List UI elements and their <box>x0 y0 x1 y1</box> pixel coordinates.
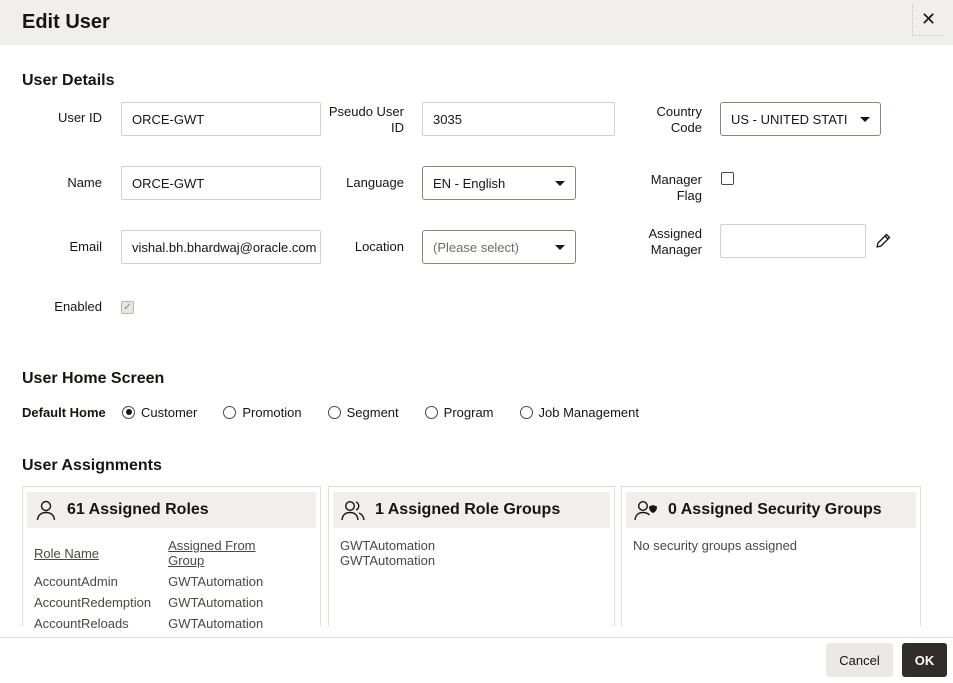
language-value: EN - English <box>433 175 506 191</box>
radio-dot <box>519 405 533 419</box>
email-field[interactable]: vishal.bh.bhardwaj@oracle.com <box>121 230 321 264</box>
default-home-label: Default Home <box>22 404 106 420</box>
assigned-security-groups-header: 0 Assigned Security Groups <box>626 492 916 528</box>
language-select[interactable]: EN - English <box>422 166 576 200</box>
chevron-down-icon <box>555 244 565 250</box>
roles-table: Role Name Assigned From Group AccountAdm… <box>34 538 312 637</box>
radio-promotion[interactable]: Promotion <box>223 405 302 420</box>
cancel-button[interactable]: Cancel <box>826 643 893 677</box>
country-code-value: US - UNITED STATI <box>731 111 848 127</box>
role-name-column-header[interactable]: Role Name <box>34 538 168 574</box>
user-shield-icon <box>634 500 657 521</box>
assigned-from-group-column-header[interactable]: Assigned From Group <box>168 538 312 574</box>
assigned-security-groups-card: 0 Assigned Security Groups No security g… <box>621 486 921 626</box>
manager-flag-checkbox[interactable] <box>721 172 734 185</box>
chevron-down-icon <box>555 180 565 186</box>
assigned-roles-title: 61 Assigned Roles <box>67 501 209 518</box>
ok-button[interactable]: OK <box>902 643 947 677</box>
assigned-manager-field[interactable] <box>720 224 866 258</box>
user-icon <box>36 500 56 521</box>
dialog-footer <box>0 637 953 683</box>
close-icon: ✕ <box>920 9 937 29</box>
user-id-label: User ID <box>57 110 102 125</box>
pseudo-user-id-field[interactable]: 3035 <box>422 102 615 136</box>
assigned-manager-label: Assigned Manager <box>648 226 702 257</box>
close-button[interactable]: ✕ <box>912 4 944 36</box>
manager-flag-label: Manager Flag <box>650 172 702 203</box>
assigned-role-groups-header: 1 Assigned Role Groups <box>333 492 610 528</box>
pseudo-user-id-label: Pseudo User ID <box>328 104 404 135</box>
name-label: Name <box>67 175 102 190</box>
country-code-label: Country Code <box>656 104 702 135</box>
empty-state-text: No security groups assigned <box>633 538 798 553</box>
edit-pencil-icon[interactable] <box>874 232 892 250</box>
enabled-checkbox: ✓ <box>121 301 134 314</box>
location-label: Location <box>354 239 404 254</box>
checkmark-icon: ✓ <box>123 301 132 313</box>
language-label: Language <box>346 175 404 190</box>
radio-dot <box>424 405 438 419</box>
users-group-icon <box>341 500 365 521</box>
country-code-select[interactable]: US - UNITED STATI <box>720 102 881 136</box>
dialog-header: Edit User ✕ <box>0 0 953 45</box>
default-home-radio-group: Default Home Customer Promotion Segment … <box>22 402 665 422</box>
assigned-roles-header: 61 Assigned Roles <box>27 492 316 528</box>
enabled-label: Enabled <box>54 299 102 314</box>
assignments-heading: User Assignments <box>22 457 162 474</box>
assigned-role-groups-card: 1 Assigned Role Groups GWTAutomation GWT… <box>328 486 615 626</box>
chevron-down-icon <box>860 116 870 122</box>
radio-customer[interactable]: Customer <box>122 405 197 420</box>
user-details-heading: User Details <box>22 72 115 89</box>
table-row: AccountAdmin GWTAutomation <box>34 574 264 589</box>
list-item: GWTAutomation <box>340 538 436 553</box>
list-item: GWTAutomation <box>340 553 436 568</box>
assigned-security-groups-title: 0 Assigned Security Groups <box>668 501 882 518</box>
radio-program[interactable]: Program <box>424 405 494 420</box>
user-id-field[interactable]: ORCE-GWT <box>121 102 321 136</box>
radio-dot-selected <box>122 405 135 419</box>
home-screen-heading: User Home Screen <box>22 370 165 387</box>
dialog-title: Edit User <box>22 11 110 33</box>
radio-job-management[interactable]: Job Management <box>519 405 639 420</box>
email-label: Email <box>69 239 102 254</box>
location-select[interactable]: (Please select) <box>422 230 576 264</box>
name-field[interactable]: ORCE-GWT <box>121 166 321 200</box>
location-placeholder: (Please select) <box>433 239 519 255</box>
assigned-roles-card: 61 Assigned Roles Role Name Assigned Fro… <box>22 486 321 631</box>
table-row: AccountRedemption GWTAutomation <box>34 595 264 610</box>
radio-dot <box>327 405 341 419</box>
radio-segment[interactable]: Segment <box>327 405 399 420</box>
assigned-role-groups-title: 1 Assigned Role Groups <box>375 501 561 518</box>
radio-dot <box>223 405 237 419</box>
table-row: AccountReloads GWTAutomation <box>34 616 264 631</box>
